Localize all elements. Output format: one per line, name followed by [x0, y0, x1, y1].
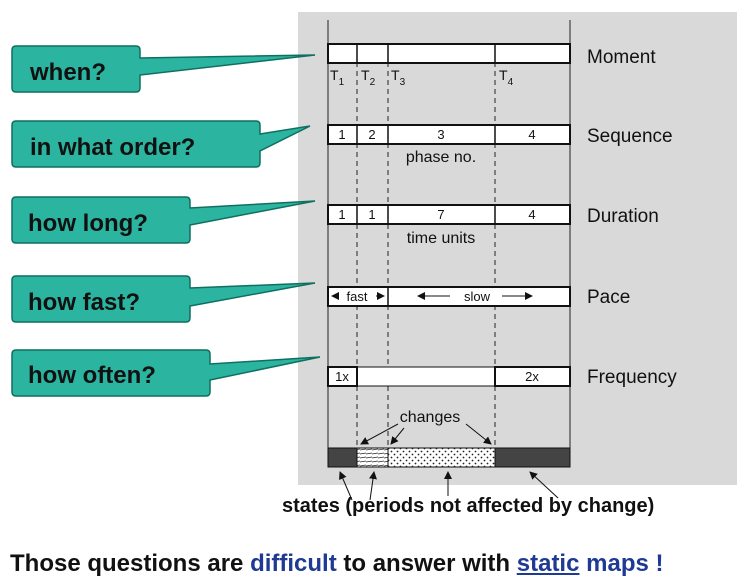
t4-label: T4 [499, 67, 514, 88]
states-bar: changes [327, 409, 571, 468]
callout-often: how often? [11, 349, 321, 397]
duration-label: Duration [587, 206, 659, 227]
footer-statement: Those questions are difficult to answer … [10, 550, 664, 578]
callout-fast: how fast? [11, 275, 316, 323]
footer-static-link[interactable]: static [517, 550, 580, 577]
duration-cell: 1 [338, 207, 345, 222]
pace-slow-label: slow [464, 289, 491, 304]
footer-difficult: difficult [250, 550, 337, 577]
moment-row: T1 T2 T3 T4 Moment [327, 43, 656, 88]
duration-cell: 1 [368, 207, 375, 222]
t2-label: T2 [361, 67, 376, 88]
sequence-sub-label: phase no. [406, 149, 476, 166]
frequency-row: 1x 2x Frequency [327, 366, 677, 388]
callout-order-text: in what order? [30, 134, 195, 161]
moment-label: Moment [587, 47, 656, 68]
frequency-cell: 2x [525, 369, 539, 384]
callout-often-text: how often? [28, 362, 156, 389]
footer-text: Those questions are [10, 550, 251, 577]
frequency-cell: 1x [335, 369, 349, 384]
sequence-cell: 4 [528, 127, 535, 142]
sequence-label: Sequence [587, 126, 673, 147]
frequency-label: Frequency [587, 367, 677, 388]
pace-row: fast slow Pace [327, 286, 630, 308]
callout-long-text: how long? [28, 210, 148, 237]
footer-text: to answer with [336, 550, 517, 577]
t3-label: T3 [391, 67, 406, 88]
duration-cell: 4 [528, 207, 535, 222]
sequence-cell: 3 [437, 127, 444, 142]
callout-fast-text: how fast? [28, 289, 140, 316]
pace-label: Pace [587, 287, 630, 308]
footer-end: ! [648, 550, 664, 577]
changes-label: changes [400, 409, 461, 426]
footer-maps: maps [586, 550, 649, 577]
callout-long: how long? [11, 196, 316, 244]
sequence-row: 1 2 3 4 phase no. Sequence [327, 124, 673, 166]
t1-label: T1 [330, 67, 345, 88]
pace-fast-label: fast [347, 289, 368, 304]
duration-sub-label: time units [407, 230, 475, 247]
sequence-cell: 2 [368, 127, 375, 142]
callout-when-text: when? [29, 59, 106, 86]
states-caption: states (periods not affected by change) [282, 495, 655, 517]
callout-when: when? [11, 45, 316, 93]
callout-order: in what order? [11, 120, 311, 168]
sequence-cell: 1 [338, 127, 345, 142]
duration-row: 1 1 7 4 time units Duration [327, 204, 659, 247]
duration-cell: 7 [437, 207, 444, 222]
